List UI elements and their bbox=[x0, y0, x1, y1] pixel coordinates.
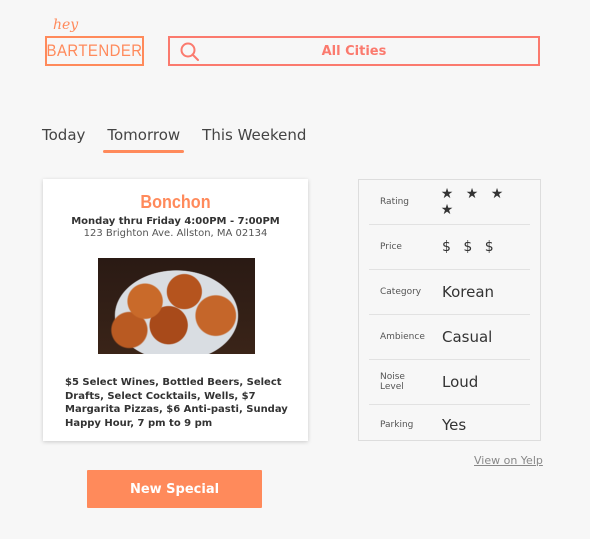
detail-row-parking: Parking Yes bbox=[369, 402, 530, 447]
detail-row-price: Price $ $ $ bbox=[369, 225, 530, 270]
detail-row-rating: Rating ★ ★ ★ ★ bbox=[369, 180, 530, 225]
rating-stars: ★ ★ ★ ★ bbox=[440, 186, 508, 218]
detail-row-category: Category Korean bbox=[369, 270, 530, 315]
logo-box: BARTENDER bbox=[45, 36, 144, 66]
detail-label: Category bbox=[380, 287, 422, 297]
day-tabs: Today Tomorrow This Weekend bbox=[42, 126, 328, 153]
venue-address: 123 Brighton Ave. Allston, MA 02134 bbox=[83, 228, 268, 239]
detail-row-noise-level: Noise Level Loud bbox=[369, 360, 530, 405]
venue-details-panel: Rating ★ ★ ★ ★ Price $ $ $ Category Kore… bbox=[358, 179, 541, 441]
detail-value: Yes bbox=[442, 415, 467, 434]
tab-tomorrow[interactable]: Tomorrow bbox=[103, 126, 184, 153]
detail-label: Price bbox=[380, 242, 402, 252]
city-search-value: All Cities bbox=[321, 43, 387, 59]
detail-value: Casual bbox=[442, 328, 493, 346]
food-photo bbox=[98, 258, 255, 354]
price-level: $ $ $ bbox=[442, 239, 498, 255]
logo-hey-text: hey bbox=[53, 17, 79, 33]
city-search-input[interactable]: All Cities bbox=[168, 36, 540, 66]
tab-this-weekend[interactable]: This Weekend bbox=[202, 126, 306, 150]
special-hours: Monday thru Friday 4:00PM - 7:00PM bbox=[71, 216, 280, 227]
detail-value: Korean bbox=[442, 283, 495, 301]
venue-name: Bonchon bbox=[140, 192, 211, 212]
detail-label: Ambience bbox=[380, 332, 425, 342]
logo-name-text: BARTENDER bbox=[46, 41, 143, 60]
special-description: $5 Select Wines, Bottled Beers, Select D… bbox=[65, 377, 288, 429]
detail-value: Loud bbox=[442, 373, 479, 391]
detail-row-ambience: Ambience Casual bbox=[369, 315, 530, 360]
special-card: Bonchon Monday thru Friday 4:00PM - 7:00… bbox=[43, 179, 308, 441]
view-on-yelp-link[interactable]: View on Yelp bbox=[474, 454, 543, 467]
hey-bartender-logo[interactable]: hey BARTENDER bbox=[45, 17, 145, 69]
detail-label: Rating bbox=[380, 197, 410, 207]
search-icon bbox=[180, 42, 199, 61]
detail-label: Noise Level bbox=[380, 372, 405, 392]
new-special-button[interactable]: New Special bbox=[87, 470, 262, 508]
tab-today[interactable]: Today bbox=[42, 126, 85, 150]
detail-label: Parking bbox=[380, 419, 414, 430]
